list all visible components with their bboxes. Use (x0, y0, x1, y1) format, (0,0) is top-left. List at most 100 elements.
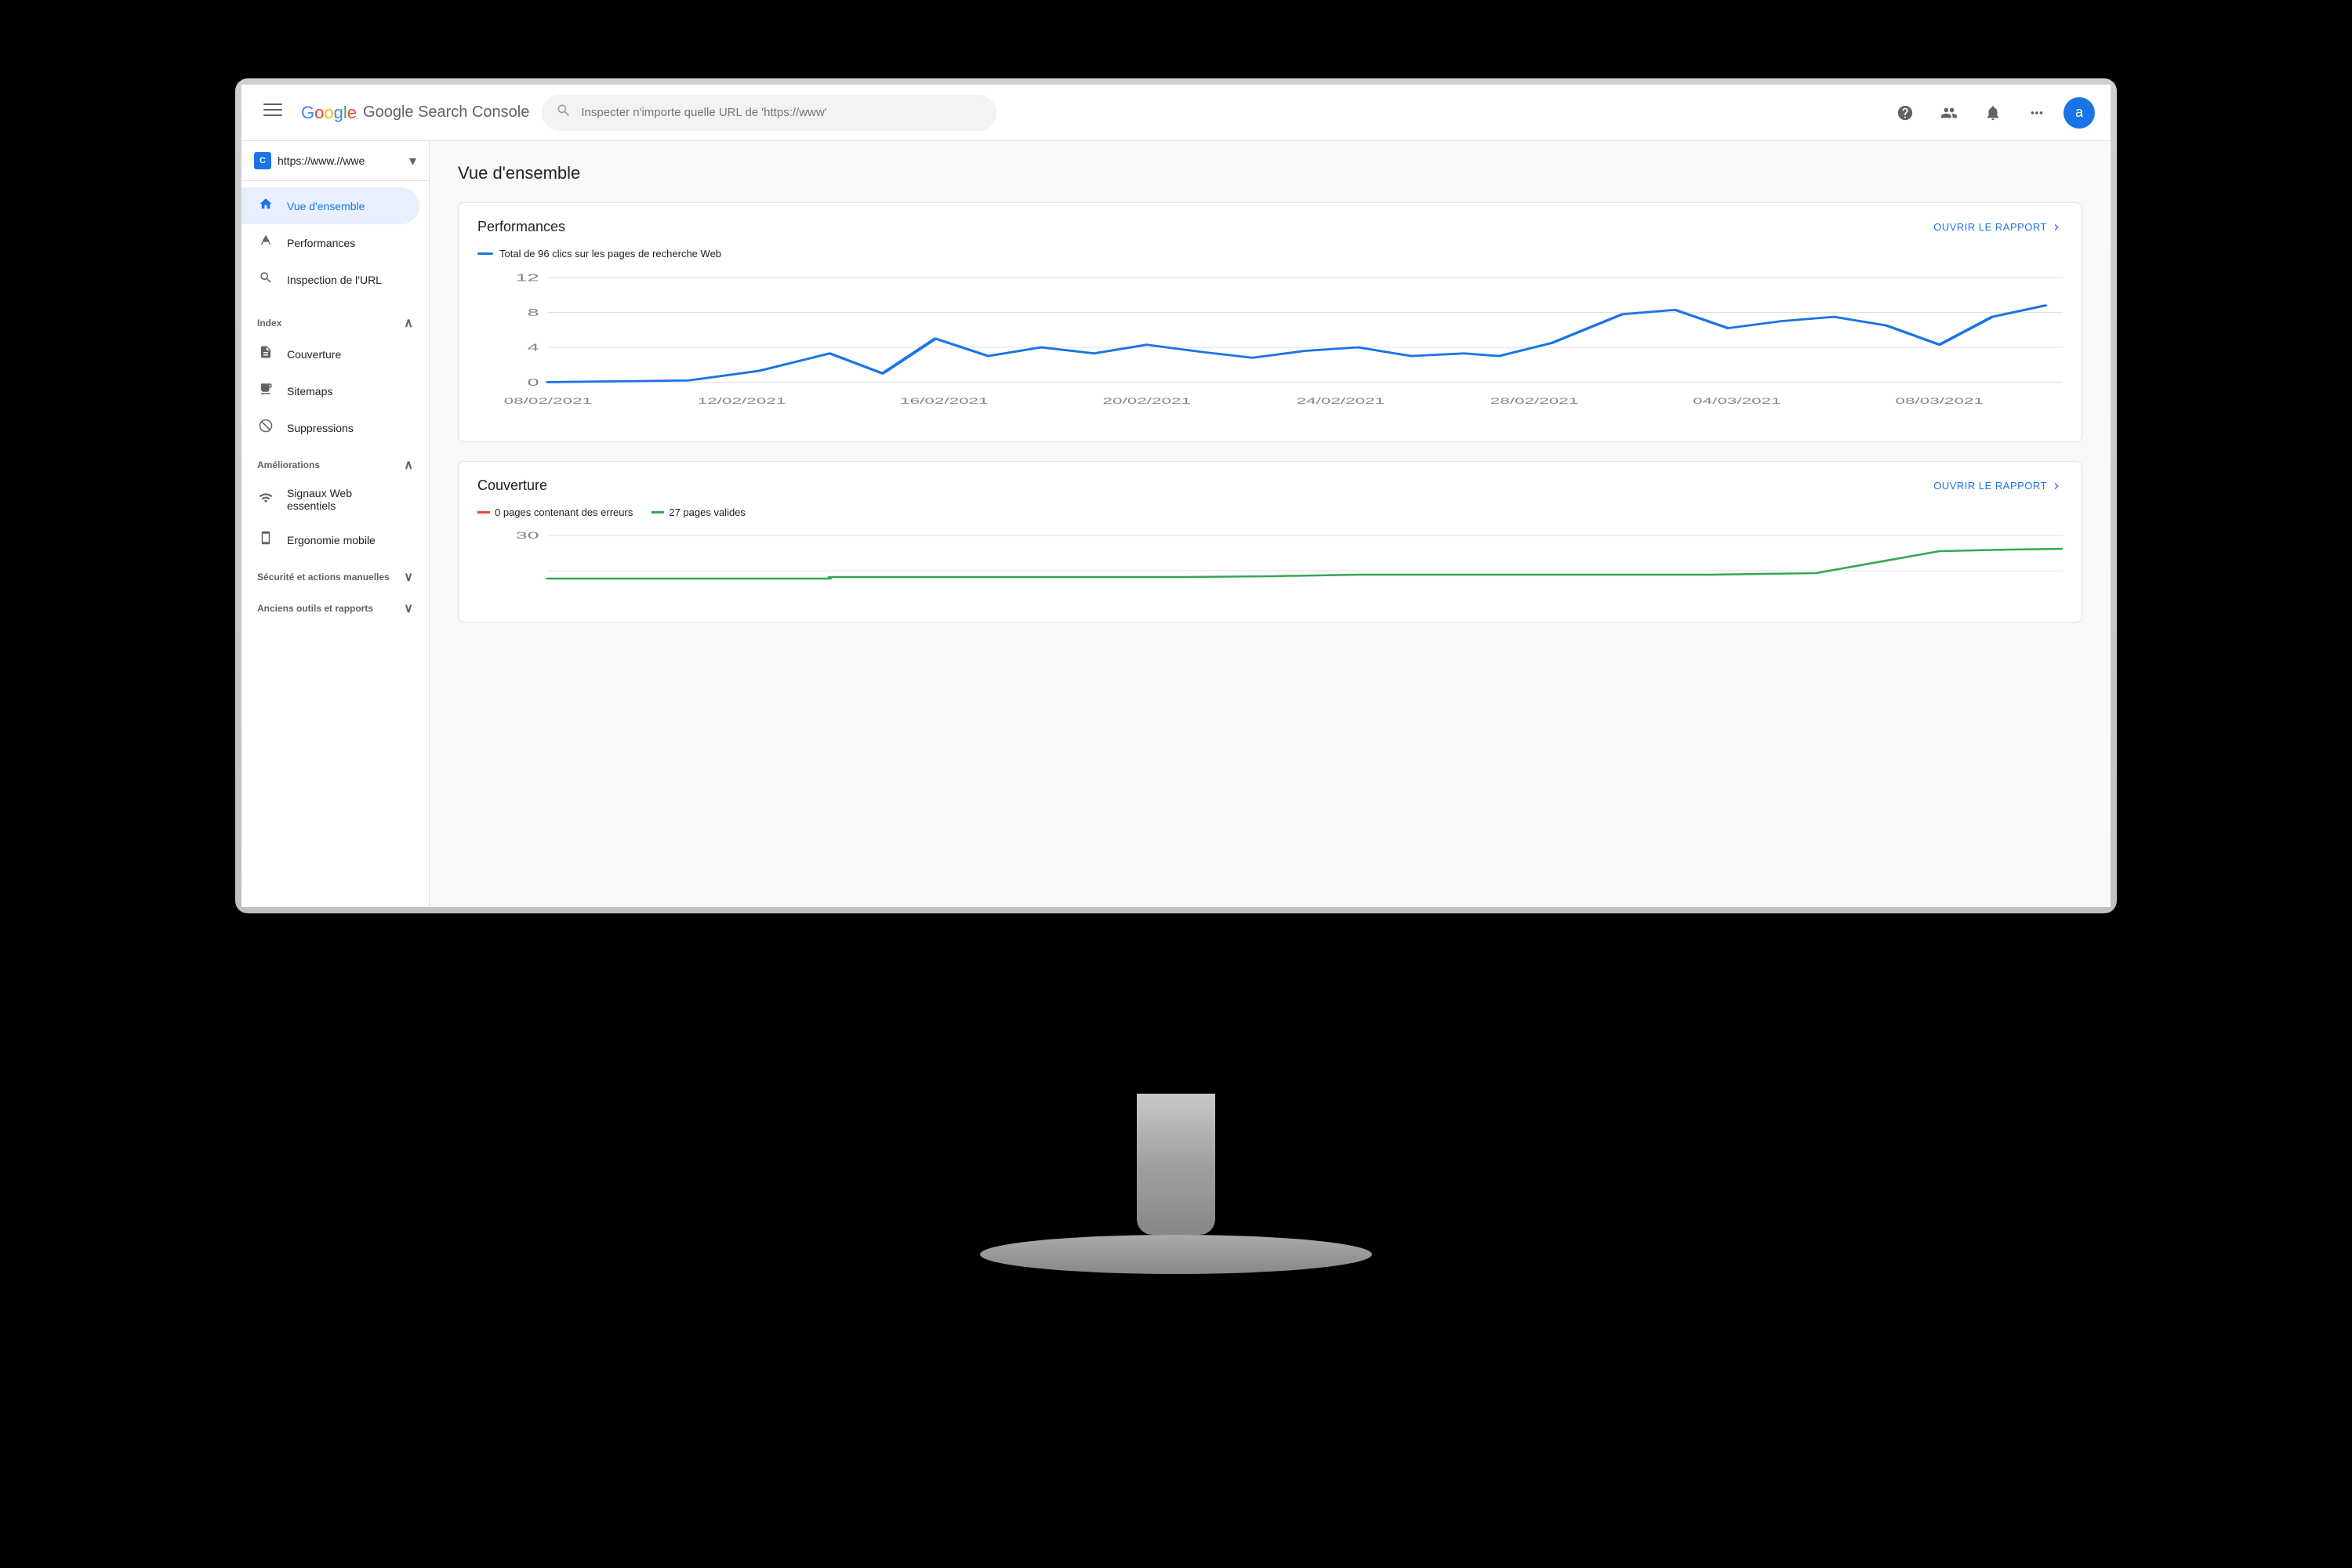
sidebar-item-performances[interactable]: Performances (241, 224, 419, 261)
users-button[interactable] (1932, 96, 1966, 130)
help-button[interactable] (1888, 96, 1922, 130)
main-layout: C https://www.//wwe ▾ Vue d'ensemble (241, 141, 2111, 907)
svg-text:28/02/2021: 28/02/2021 (1490, 396, 1578, 406)
suppressions-icon (257, 419, 274, 437)
sidebar-section-index: Index ∧ (241, 304, 429, 336)
app-name: Google Search Console (363, 103, 529, 122)
sidebar-label-vue-ensemble: Vue d'ensemble (287, 200, 365, 212)
svg-text:0: 0 (528, 376, 539, 388)
svg-text:12/02/2021: 12/02/2021 (698, 396, 786, 406)
index-items: Couverture Sitemaps (241, 336, 429, 446)
svg-text:08/02/2021: 08/02/2021 (504, 396, 592, 406)
couverture-chart-svg: 30 (477, 528, 2063, 606)
section-securite-label: Sécurité et actions manuelles (257, 572, 390, 583)
signaux-web-icon (257, 491, 274, 509)
performances-chart: 12 8 4 0 08/02/2021 12/02/2021 16/02/202… (477, 269, 2063, 426)
sitemaps-icon (257, 382, 274, 400)
svg-text:24/02/2021: 24/02/2021 (1297, 396, 1385, 406)
sidebar-label-ergonomie: Ergonomie mobile (287, 534, 376, 546)
sidebar-item-ergonomie[interactable]: Ergonomie mobile (241, 521, 419, 558)
svg-text:8: 8 (528, 307, 539, 318)
sidebar-item-vue-ensemble[interactable]: Vue d'ensemble (241, 187, 419, 224)
user-avatar[interactable]: a (2063, 97, 2095, 129)
sidebar-label-performances: Performances (287, 237, 355, 249)
sidebar-item-suppressions[interactable]: Suppressions (241, 409, 419, 446)
couverture-chart: 30 (477, 528, 2063, 606)
sidebar-nav: Vue d'ensemble Performances (241, 181, 429, 304)
section-anciens-label: Anciens outils et rapports (257, 603, 373, 614)
sidebar-label-sitemaps: Sitemaps (287, 385, 332, 397)
property-selector[interactable]: C https://www.//wwe ▾ (241, 141, 429, 181)
performances-icon (257, 234, 274, 252)
couverture-legend-valid: 27 pages valides (652, 506, 746, 518)
svg-text:16/02/2021: 16/02/2021 (900, 396, 988, 406)
gsc-header: Google Google Search Console (241, 85, 2111, 141)
valid-legend-text: 27 pages valides (669, 506, 746, 518)
performances-report-link[interactable]: OUVRIR LE RAPPORT (1933, 221, 2063, 234)
search-bar[interactable] (542, 95, 996, 131)
inspection-icon (257, 270, 274, 289)
valid-legend-dot (652, 511, 664, 514)
performances-legend-dot (477, 252, 493, 255)
logo-o2: o (324, 103, 333, 122)
svg-text:4: 4 (528, 342, 539, 354)
notifications-button[interactable] (1976, 96, 2010, 130)
couverture-report-link[interactable]: OUVRIR LE RAPPORT (1933, 480, 2063, 492)
logo-g2: g (334, 103, 343, 122)
error-legend-dot (477, 511, 490, 514)
performances-card: Performances OUVRIR LE RAPPORT Total de … (458, 202, 2082, 442)
apps-button[interactable] (2020, 96, 2054, 130)
svg-text:04/03/2021: 04/03/2021 (1693, 396, 1780, 406)
couverture-card-header: Couverture OUVRIR LE RAPPORT (459, 462, 2082, 506)
couverture-legends: 0 pages contenant des erreurs 27 pages v… (477, 506, 2063, 518)
svg-text:30: 30 (516, 531, 539, 541)
gsc-application: Google Google Search Console (241, 85, 2111, 907)
couverture-legend-errors: 0 pages contenant des erreurs (477, 506, 633, 518)
ameliorations-items: Signaux Web essentiels Ergonomie mobile (241, 477, 429, 558)
performances-card-body: Total de 96 clics sur les pages de reche… (459, 248, 2082, 441)
monitor-neck (1137, 1094, 1215, 1235)
couverture-card: Couverture OUVRIR LE RAPPORT 0 pages con… (458, 461, 2082, 622)
search-icon (556, 103, 572, 123)
sidebar-item-sitemaps[interactable]: Sitemaps (241, 372, 419, 409)
section-securite-chevron[interactable]: ∨ (404, 569, 413, 585)
performances-title: Performances (477, 219, 565, 235)
svg-text:12: 12 (516, 272, 539, 284)
logo-g: G (301, 103, 314, 122)
sidebar: C https://www.//wwe ▾ Vue d'ensemble (241, 141, 430, 907)
section-anciens-chevron[interactable]: ∨ (404, 601, 413, 616)
performances-legend: Total de 96 clics sur les pages de reche… (477, 248, 2063, 260)
section-index-chevron[interactable]: ∧ (404, 315, 413, 331)
header-actions: a (1888, 96, 2095, 130)
ergonomie-icon (257, 531, 274, 549)
sidebar-section-ameliorations: Améliorations ∧ (241, 446, 429, 477)
logo-o1: o (314, 103, 324, 122)
home-icon (257, 197, 274, 215)
section-ameliorations-label: Améliorations (257, 459, 320, 470)
error-legend-text: 0 pages contenant des erreurs (495, 506, 633, 518)
menu-icon[interactable] (257, 94, 289, 131)
sidebar-item-couverture[interactable]: Couverture (241, 336, 419, 372)
sidebar-label-suppressions: Suppressions (287, 422, 354, 434)
property-url: https://www.//wwe (278, 154, 403, 167)
monitor-bezel: Google Google Search Console (235, 78, 2117, 913)
sidebar-item-signaux-web[interactable]: Signaux Web essentiels (241, 477, 419, 521)
sidebar-section-anciens-outils: Anciens outils et rapports ∨ (241, 590, 429, 621)
search-input[interactable] (581, 106, 982, 119)
main-content: Vue d'ensemble Performances OUVRIR LE RA… (430, 141, 2111, 907)
sidebar-label-inspection: Inspection de l'URL (287, 274, 382, 286)
sidebar-label-signaux-web: Signaux Web essentiels (287, 487, 404, 512)
monitor-stand (1098, 1094, 1254, 1274)
svg-text:20/02/2021: 20/02/2021 (1103, 396, 1191, 406)
section-index-label: Index (257, 318, 281, 328)
couverture-card-body: 0 pages contenant des erreurs 27 pages v… (459, 506, 2082, 622)
sidebar-item-inspection[interactable]: Inspection de l'URL (241, 261, 419, 298)
logo-e: e (347, 103, 357, 122)
section-ameliorations-chevron[interactable]: ∧ (404, 457, 413, 473)
sidebar-section-securite: Sécurité et actions manuelles ∨ (241, 558, 429, 590)
sidebar-label-couverture: Couverture (287, 348, 341, 361)
svg-text:08/03/2021: 08/03/2021 (1896, 396, 1984, 406)
performances-chart-svg: 12 8 4 0 08/02/2021 12/02/2021 16/02/202… (477, 269, 2063, 426)
couverture-title: Couverture (477, 477, 547, 494)
app-logo: Google Google Search Console (301, 103, 529, 123)
